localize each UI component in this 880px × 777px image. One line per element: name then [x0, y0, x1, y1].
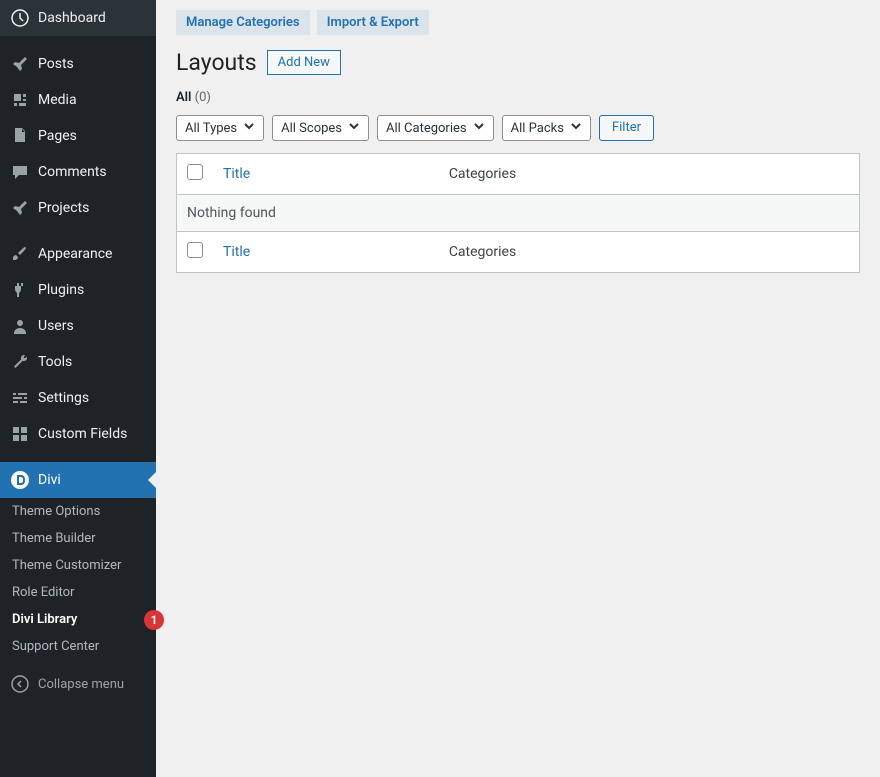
menu-label: Users	[38, 318, 74, 334]
sidebar-item-plugins[interactable]: Plugins	[0, 272, 156, 308]
submenu-theme-customizer[interactable]: Theme Customizer	[0, 552, 156, 579]
user-icon	[10, 316, 30, 336]
filter-categories-select[interactable]: All Categories	[377, 115, 494, 141]
filter-all[interactable]: All	[176, 90, 191, 105]
select-all-checkbox-footer[interactable]	[187, 242, 203, 258]
chevron-down-icon	[473, 120, 485, 136]
sidebar-item-media[interactable]: Media	[0, 82, 156, 118]
add-new-button[interactable]: Add New	[267, 50, 341, 75]
sidebar-item-users[interactable]: Users	[0, 308, 156, 344]
collapse-icon	[10, 674, 30, 694]
menu-label: Settings	[38, 390, 89, 406]
sidebar-item-settings[interactable]: Settings	[0, 380, 156, 416]
divi-icon	[10, 470, 30, 490]
grid-icon	[10, 424, 30, 444]
column-title-footer[interactable]: Title	[223, 244, 250, 260]
filter-all-count: (0)	[195, 90, 211, 105]
collapse-menu[interactable]: Collapse menu	[0, 666, 156, 702]
menu-label: Dashboard	[38, 10, 106, 26]
media-icon	[10, 90, 30, 110]
main-content: Manage Categories Import & Export Layout…	[156, 0, 880, 777]
column-title[interactable]: Title	[223, 166, 250, 182]
plug-icon	[10, 280, 30, 300]
menu-label: Pages	[38, 128, 77, 144]
sidebar-item-posts[interactable]: Posts	[0, 46, 156, 82]
menu-label: Comments	[38, 164, 107, 180]
dashboard-icon	[10, 8, 30, 28]
sidebar-item-pages[interactable]: Pages	[0, 118, 156, 154]
submenu-theme-builder[interactable]: Theme Builder	[0, 525, 156, 552]
submenu-divi-library[interactable]: Divi Library 1	[0, 606, 156, 633]
menu-label: Appearance	[38, 246, 112, 262]
filter-scopes-select[interactable]: All Scopes	[272, 115, 369, 141]
comment-icon	[10, 162, 30, 182]
filter-packs-select[interactable]: All Packs	[502, 115, 591, 141]
sidebar-item-dashboard[interactable]: Dashboard	[0, 0, 156, 36]
sidebar-item-projects[interactable]: Projects	[0, 190, 156, 226]
empty-message: Nothing found	[177, 195, 860, 232]
wrench-icon	[10, 352, 30, 372]
chevron-down-icon	[243, 120, 255, 136]
submenu-role-editor[interactable]: Role Editor	[0, 579, 156, 606]
filter-button[interactable]: Filter	[599, 115, 654, 141]
sliders-icon	[10, 388, 30, 408]
menu-label: Posts	[38, 56, 74, 72]
menu-label: Media	[38, 92, 77, 108]
empty-row: Nothing found	[177, 195, 860, 232]
filter-types-select[interactable]: All Types	[176, 115, 264, 141]
menu-label: Tools	[38, 354, 72, 370]
menu-label: Plugins	[38, 282, 84, 298]
pin-icon	[10, 54, 30, 74]
menu-label: Custom Fields	[38, 426, 127, 442]
submenu-theme-options[interactable]: Theme Options	[0, 498, 156, 525]
select-all-checkbox[interactable]	[187, 164, 203, 180]
menu-label: Divi	[38, 472, 61, 488]
tab-manage-categories[interactable]: Manage Categories	[176, 10, 310, 35]
brush-icon	[10, 244, 30, 264]
tab-import-export[interactable]: Import & Export	[317, 10, 429, 35]
status-filter: All (0)	[176, 90, 860, 105]
page-title: Layouts	[176, 49, 257, 76]
sidebar-item-custom-fields[interactable]: Custom Fields	[0, 416, 156, 452]
collapse-label: Collapse menu	[38, 677, 124, 692]
sidebar-item-appearance[interactable]: Appearance	[0, 236, 156, 272]
chevron-down-icon	[570, 120, 582, 136]
menu-label: Projects	[38, 200, 89, 216]
admin-sidebar: Dashboard Posts Media Pages Comments Pro…	[0, 0, 156, 777]
sidebar-item-divi[interactable]: Divi	[0, 462, 156, 498]
top-tabs: Manage Categories Import & Export	[176, 10, 860, 35]
chevron-down-icon	[348, 120, 360, 136]
column-categories-footer: Categories	[439, 232, 860, 273]
submenu-support-center[interactable]: Support Center	[0, 633, 156, 660]
annotation-badge: 1	[144, 610, 164, 630]
sidebar-item-tools[interactable]: Tools	[0, 344, 156, 380]
column-categories: Categories	[439, 154, 860, 195]
layouts-table: Title Categories Nothing found Title Cat…	[176, 153, 860, 273]
divi-submenu: Theme Options Theme Builder Theme Custom…	[0, 498, 156, 660]
filter-row: All Types All Scopes All Categories All …	[176, 115, 860, 141]
pin-icon	[10, 198, 30, 218]
heading-row: Layouts Add New	[176, 49, 860, 76]
page-icon	[10, 126, 30, 146]
sidebar-item-comments[interactable]: Comments	[0, 154, 156, 190]
